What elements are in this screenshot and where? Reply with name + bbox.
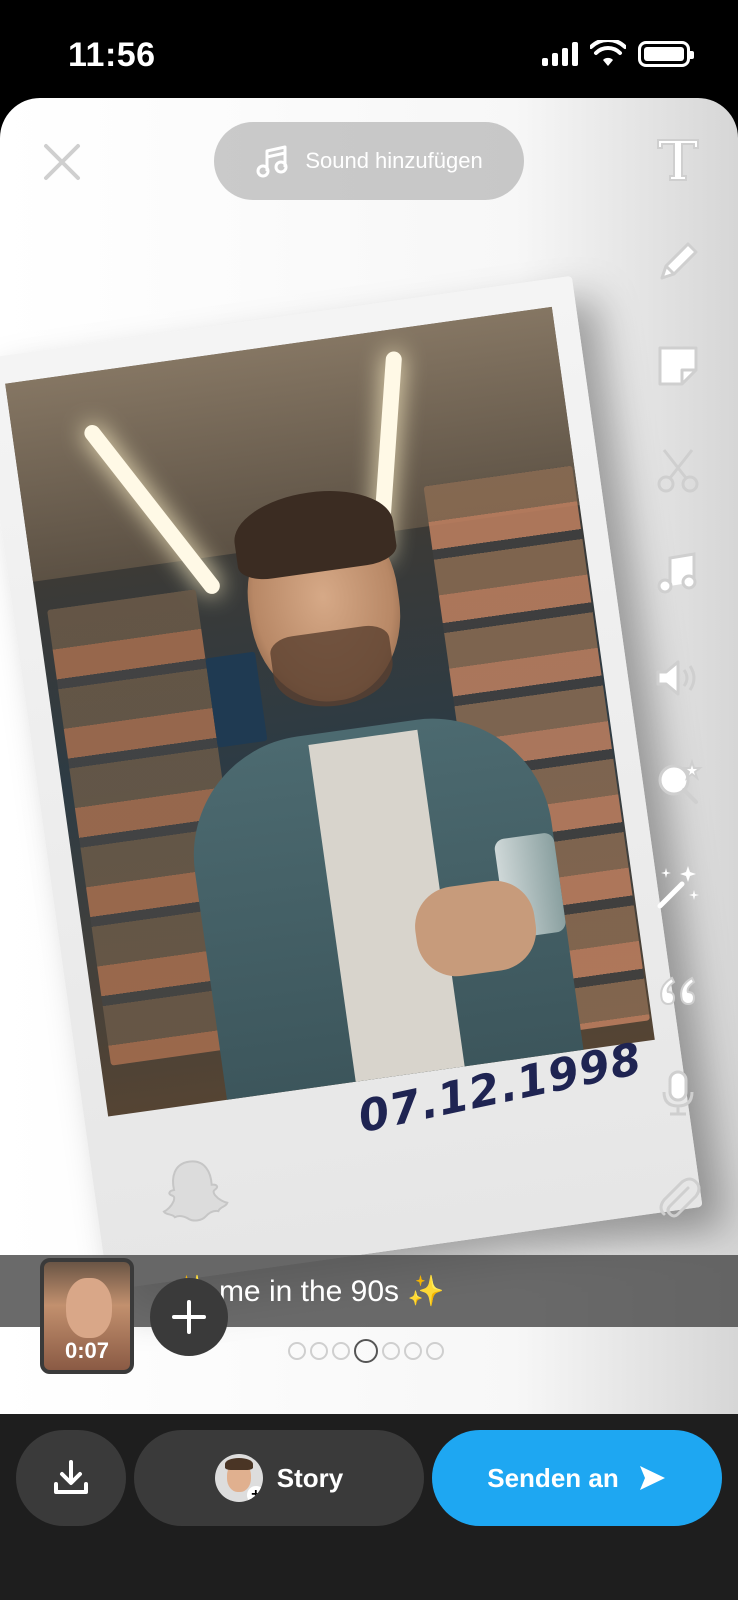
add-sound-label: Sound hinzufügen bbox=[305, 148, 483, 173]
pager-dot[interactable] bbox=[310, 1342, 328, 1360]
wifi-icon bbox=[590, 40, 626, 66]
send-arrow-icon bbox=[639, 1466, 665, 1490]
add-clip-button[interactable] bbox=[150, 1278, 228, 1356]
status-time: 11:56 bbox=[68, 36, 156, 74]
music-tool-button[interactable] bbox=[648, 544, 708, 604]
scissors-icon bbox=[657, 449, 699, 493]
voice-tool-button[interactable] bbox=[648, 1064, 708, 1124]
clip-duration: 0:07 bbox=[64, 1338, 110, 1363]
speaker-icon bbox=[656, 660, 696, 696]
pager-dot[interactable] bbox=[288, 1342, 306, 1360]
music-note-icon bbox=[256, 145, 288, 178]
snap-canvas: 07.12.1998 Sound hinzufügen bbox=[0, 98, 738, 1414]
magic-wand-icon bbox=[657, 866, 699, 909]
microphone-icon bbox=[662, 1070, 694, 1116]
pager-dot[interactable] bbox=[382, 1342, 400, 1360]
draw-tool-button[interactable] bbox=[648, 232, 708, 292]
add-story-icon: + bbox=[246, 1486, 263, 1502]
snapchat-ghost-icon bbox=[162, 1160, 229, 1222]
close-icon[interactable] bbox=[40, 140, 84, 184]
scissors-tool-button[interactable] bbox=[648, 440, 708, 500]
magic-tool-button[interactable] bbox=[648, 856, 708, 916]
music-icon bbox=[657, 552, 697, 594]
avatar: + bbox=[214, 1454, 263, 1502]
pager-dot-active[interactable] bbox=[354, 1339, 378, 1363]
sticker-tool-button[interactable] bbox=[648, 336, 708, 396]
filter-pager bbox=[288, 1339, 444, 1363]
sticker-icon bbox=[658, 346, 698, 386]
cellular-signal-icon bbox=[542, 42, 578, 66]
pager-dot[interactable] bbox=[332, 1342, 350, 1360]
polaroid-frame[interactable]: 07.12.1998 bbox=[0, 275, 703, 1291]
thumbnail-face bbox=[66, 1278, 112, 1338]
plus-icon bbox=[172, 1300, 206, 1334]
save-button[interactable] bbox=[16, 1430, 126, 1526]
volume-tool-button[interactable] bbox=[648, 648, 708, 708]
text-tool-button[interactable] bbox=[648, 128, 708, 188]
story-label: Story bbox=[276, 1462, 344, 1493]
battery-icon bbox=[638, 41, 694, 67]
add-sound-button[interactable]: Sound hinzufügen bbox=[214, 122, 524, 200]
story-button[interactable]: + Story bbox=[134, 1430, 424, 1526]
pager-dot[interactable] bbox=[404, 1342, 422, 1360]
attach-tool-button[interactable] bbox=[648, 1168, 708, 1228]
clip-thumbnail[interactable]: 0:07 bbox=[40, 1258, 134, 1374]
text-icon bbox=[657, 139, 699, 181]
pencil-icon bbox=[660, 242, 698, 280]
quote-icon bbox=[660, 976, 696, 1006]
paperclip-icon bbox=[659, 1177, 701, 1218]
status-bar: 11:56 bbox=[0, 0, 738, 100]
lens-search-button[interactable] bbox=[648, 752, 708, 812]
photo bbox=[5, 306, 655, 1117]
bottom-action-bar: + Story Senden an bbox=[0, 1414, 738, 1600]
send-to-label: Senden an bbox=[487, 1462, 619, 1493]
send-to-button[interactable]: Senden an bbox=[432, 1430, 722, 1526]
quote-tool-button[interactable] bbox=[648, 960, 708, 1020]
download-icon bbox=[54, 1460, 88, 1494]
pager-dot[interactable] bbox=[426, 1342, 444, 1360]
lens-search-icon bbox=[658, 758, 703, 804]
status-icons bbox=[542, 40, 694, 68]
